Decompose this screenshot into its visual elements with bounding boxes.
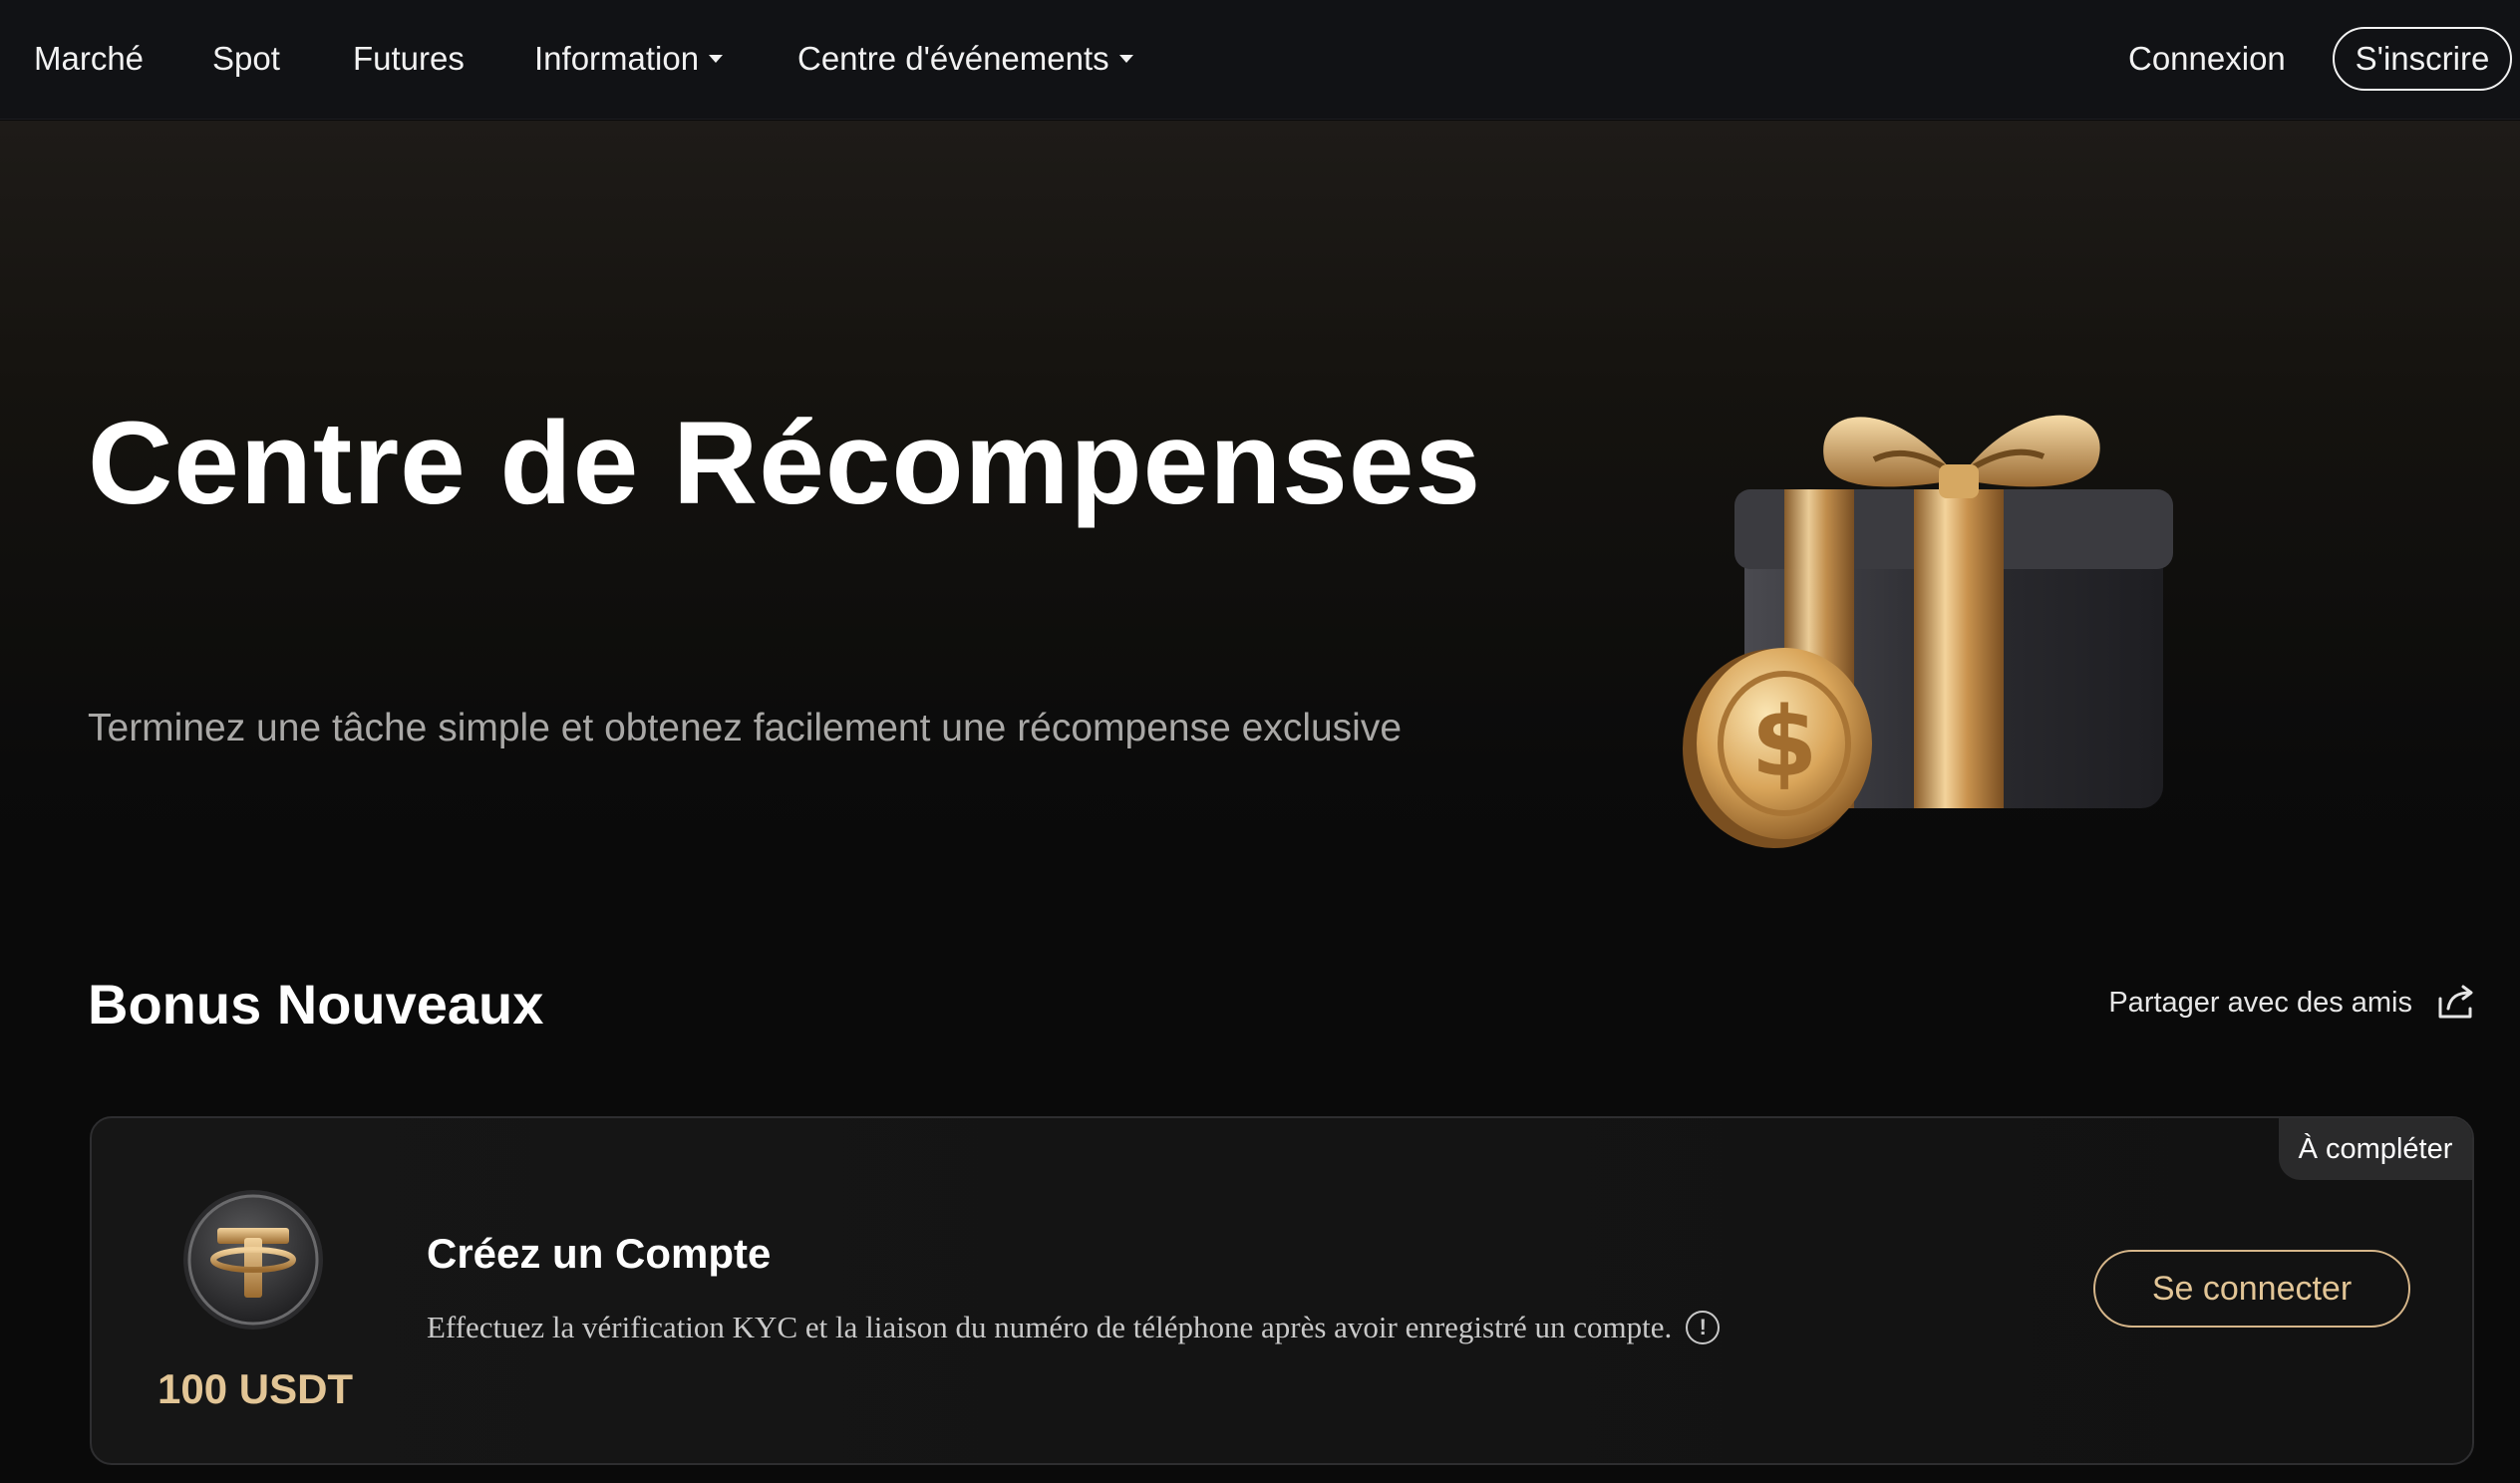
nav-item-spot[interactable]: Spot — [212, 0, 280, 118]
nav-item-label: Futures — [353, 40, 465, 77]
nav-item-label: Centre d'événements — [797, 40, 1109, 77]
login-action-label: Se connecter — [2151, 1269, 2353, 1308]
nav-item-information[interactable]: Information — [534, 0, 724, 118]
task-card: À compléter 100 USDT Créez un Compte Eff… — [90, 1116, 2474, 1465]
nav-item-marche[interactable]: Marché — [34, 0, 144, 118]
task-description: Effectuez la vérification KYC et la liai… — [427, 1310, 1721, 1345]
status-badge: À compléter — [2279, 1118, 2472, 1180]
info-icon[interactable]: ! — [1686, 1311, 1721, 1344]
page-title: Centre de Récompenses — [88, 398, 1482, 529]
page-subtitle: Terminez une tâche simple et obtenez fac… — [88, 707, 1403, 749]
top-nav: Marché Spot Futures Information Centre d… — [0, 0, 2520, 120]
share-label: Partager avec des amis — [2108, 986, 2412, 1019]
nav-item-label: Marché — [34, 40, 145, 77]
signup-button[interactable]: S'inscrire — [2333, 27, 2512, 91]
section-title: Bonus Nouveaux — [88, 973, 544, 1036]
caret-down-icon — [709, 55, 724, 63]
signup-label: S'inscrire — [2355, 40, 2490, 77]
nav-item-label: Spot — [212, 40, 280, 77]
nav-item-events-center[interactable]: Centre d'événements — [797, 0, 1133, 118]
reward-amount: 100 USDT — [158, 1365, 354, 1412]
nav-item-futures[interactable]: Futures — [353, 0, 465, 118]
login-label: Connexion — [2128, 40, 2286, 77]
svg-text:$: $ — [1751, 687, 1818, 798]
caret-down-icon — [1118, 55, 1133, 63]
hero-banner: Centre de Récompenses Terminez une tâche… — [0, 121, 2520, 878]
login-action-button[interactable]: Se connecter — [2093, 1250, 2410, 1328]
login-link[interactable]: Connexion — [2128, 0, 2286, 118]
gift-box-illustration: $ — [1683, 415, 2173, 848]
nav-item-label: Information — [534, 40, 700, 77]
share-with-friends-button[interactable]: Partager avec des amis — [2108, 985, 2476, 1021]
task-title: Créez un Compte — [427, 1230, 772, 1277]
share-icon — [2438, 985, 2473, 1019]
task-description-text: Effectuez la vérification KYC et la liai… — [427, 1310, 1673, 1344]
usdt-coin-icon — [183, 1190, 323, 1330]
